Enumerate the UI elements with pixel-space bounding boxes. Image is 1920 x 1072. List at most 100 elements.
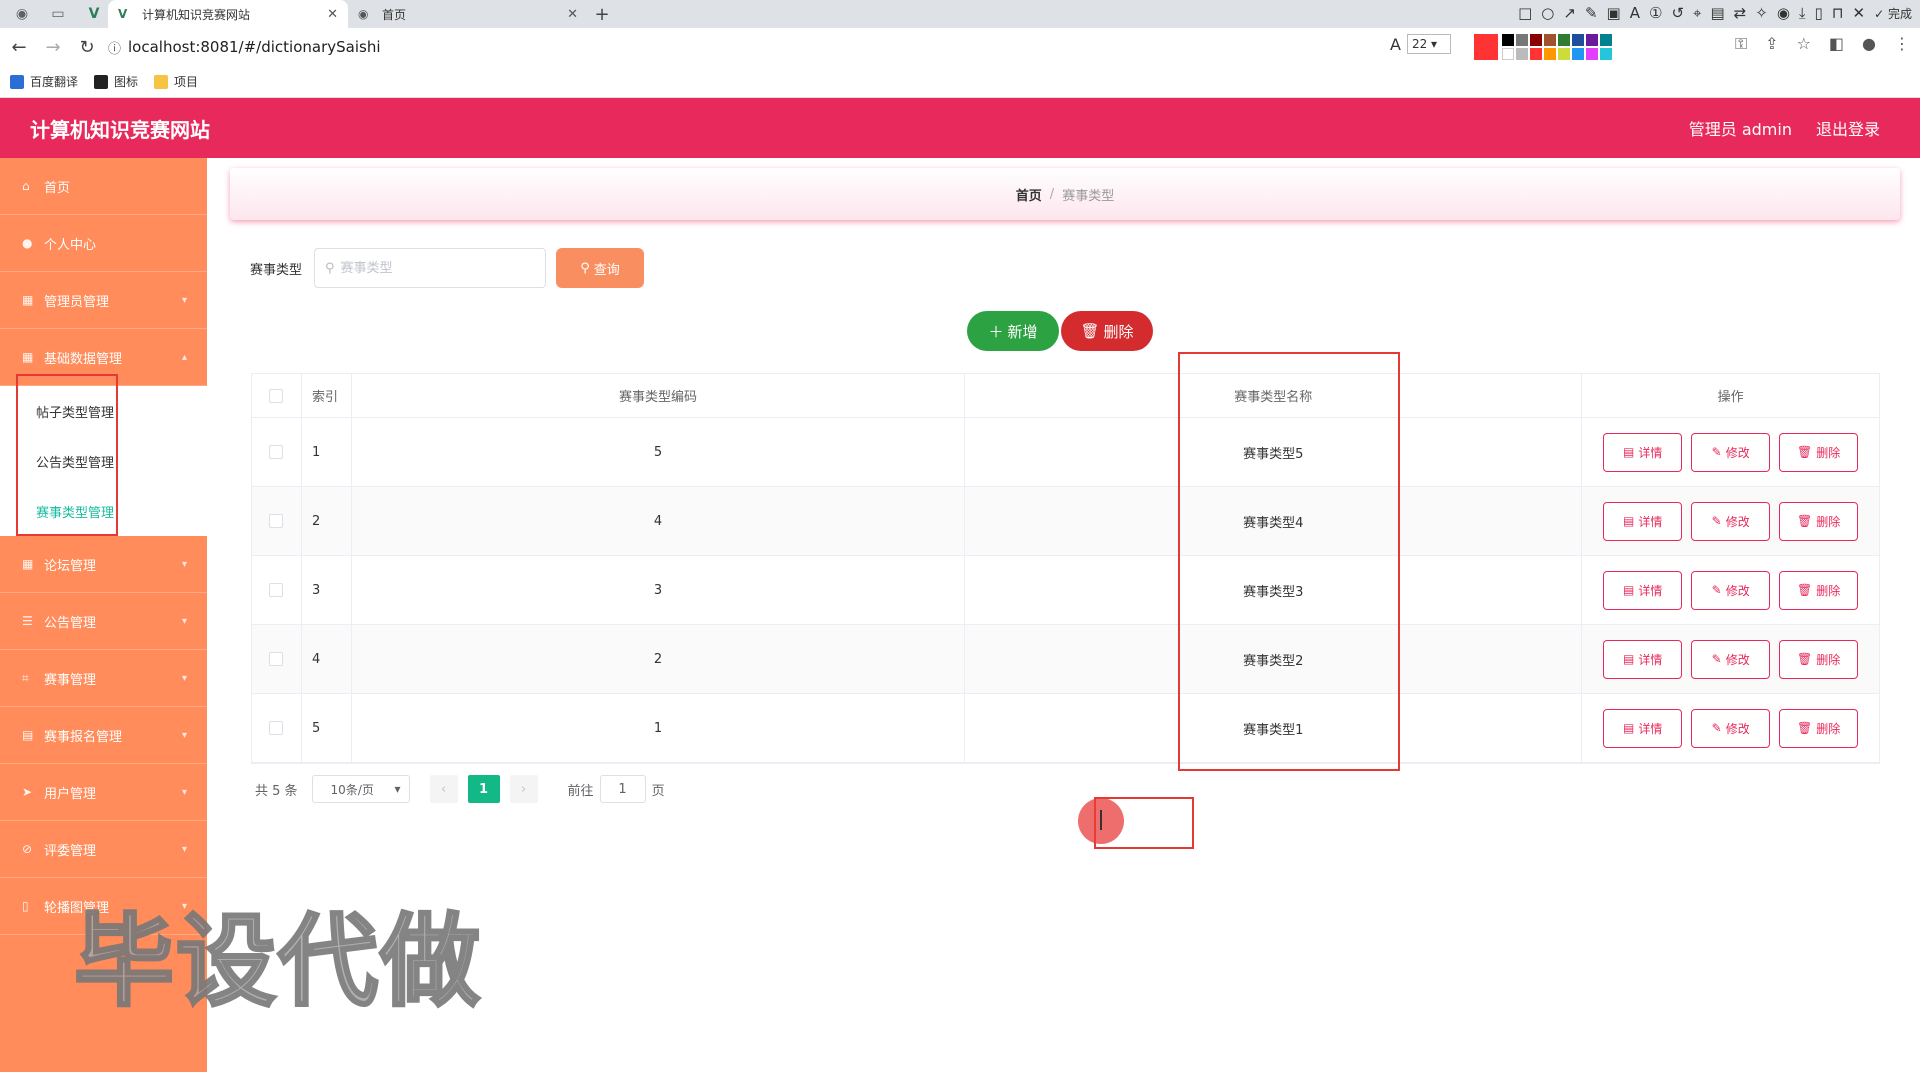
sidebar-item-notice[interactable]: ☰ 公告管理 ▾: [0, 593, 207, 650]
sidepanel-icon[interactable]: ◧: [1829, 34, 1844, 54]
bookmark-icon[interactable]: ⊓: [1832, 4, 1844, 22]
record-icon[interactable]: ◉: [1777, 4, 1790, 22]
cancel-icon[interactable]: ✕: [1853, 4, 1866, 22]
color-swatch[interactable]: [1530, 34, 1542, 46]
color-swatch[interactable]: [1544, 48, 1556, 60]
color-swatch[interactable]: [1586, 34, 1598, 46]
translate-icon[interactable]: ⇄: [1734, 4, 1747, 22]
page-number[interactable]: 1: [467, 775, 500, 803]
color-swatch[interactable]: [1586, 48, 1598, 60]
color-swatch[interactable]: [1572, 34, 1584, 46]
color-swatch[interactable]: [1516, 34, 1528, 46]
rectangle-icon[interactable]: □: [1518, 4, 1532, 22]
forward-icon[interactable]: →: [38, 37, 68, 58]
search-field[interactable]: ⚲: [314, 248, 547, 288]
page-size-select[interactable]: 10条/页 ▾: [311, 775, 410, 803]
arrow-icon[interactable]: ↗: [1563, 4, 1576, 22]
query-button[interactable]: ⚲ 查询: [556, 248, 645, 288]
color-swatch[interactable]: [1502, 34, 1514, 46]
batch-delete-button[interactable]: 🗑 删除: [1061, 311, 1153, 351]
row-checkbox[interactable]: [269, 721, 284, 735]
circle-icon[interactable]: ○: [1541, 4, 1554, 22]
color-swatch[interactable]: [1544, 34, 1556, 46]
pin-icon[interactable]: ⌖: [1693, 4, 1701, 22]
color-swatch[interactable]: [1558, 48, 1570, 60]
number-icon[interactable]: ①: [1649, 4, 1662, 22]
sidebar-item-judges[interactable]: ⊘ 评委管理 ▾: [0, 821, 207, 878]
phone-icon[interactable]: ▯: [1815, 4, 1823, 22]
mosaic-icon[interactable]: ▣: [1607, 4, 1621, 22]
row-checkbox[interactable]: [269, 652, 284, 666]
prev-page-button[interactable]: ‹: [429, 775, 458, 803]
profile-icon[interactable]: ●: [1862, 34, 1876, 54]
color-swatch[interactable]: [1516, 48, 1528, 60]
tab-home[interactable]: ◉ 首页 ✕: [348, 0, 588, 28]
new-tab-button[interactable]: +: [588, 4, 616, 25]
page-jump-input[interactable]: 1: [599, 775, 646, 803]
current-color-swatch[interactable]: [1474, 34, 1498, 60]
sidebar-item-profile[interactable]: ● 个人中心: [0, 215, 207, 272]
blank-tab-icon[interactable]: ▭: [44, 3, 72, 25]
detail-button[interactable]: ▤ 详情: [1603, 501, 1683, 541]
sidebar-item-contest[interactable]: ⌗ 赛事管理 ▾: [0, 650, 207, 707]
sidebar-item-signup[interactable]: ▤ 赛事报名管理 ▾: [0, 707, 207, 764]
download-icon[interactable]: ⤓: [1799, 4, 1806, 22]
delete-button[interactable]: 🗑 删除: [1779, 432, 1859, 472]
delete-button[interactable]: 🗑 删除: [1779, 708, 1859, 748]
row-checkbox[interactable]: [269, 445, 284, 459]
sidebar-subitem-post-type[interactable]: 帖子类型管理: [0, 386, 207, 436]
bookmark-baidu-translate[interactable]: 百度翻译: [10, 73, 78, 90]
key-icon[interactable]: ⚿: [1735, 34, 1747, 54]
vue-icon[interactable]: V: [80, 3, 108, 25]
close-icon[interactable]: ✕: [327, 7, 338, 22]
detail-button[interactable]: ▤ 详情: [1603, 639, 1683, 679]
logout-link[interactable]: 退出登录: [1816, 116, 1880, 140]
done-button[interactable]: ✓ 完成: [1874, 5, 1912, 22]
text-icon[interactable]: A: [1630, 4, 1640, 22]
edit-button[interactable]: ✎ 修改: [1691, 708, 1771, 748]
sidebar-subitem-notice-type[interactable]: 公告类型管理: [0, 436, 207, 486]
search-input[interactable]: [340, 260, 531, 276]
delete-button[interactable]: 🗑 删除: [1779, 639, 1859, 679]
detail-button[interactable]: ▤ 详情: [1603, 570, 1683, 610]
back-icon[interactable]: ←: [4, 37, 34, 58]
edit-button[interactable]: ✎ 修改: [1691, 501, 1771, 541]
edit-button[interactable]: ✎ 修改: [1691, 570, 1771, 610]
sidebar-item-basic-data[interactable]: ▦ 基础数据管理 ▴: [0, 329, 207, 386]
sidebar-item-admin[interactable]: ▦ 管理员管理 ▾: [0, 272, 207, 329]
detail-button[interactable]: ▤ 详情: [1603, 708, 1683, 748]
add-button[interactable]: ＋新增: [967, 311, 1059, 351]
share-icon[interactable]: ⇪: [1765, 34, 1778, 54]
edit-button[interactable]: ✎ 修改: [1691, 432, 1771, 472]
color-swatch[interactable]: [1600, 34, 1612, 46]
pen-icon[interactable]: ✎: [1585, 4, 1598, 22]
sidebar-subitem-contest-type[interactable]: 赛事类型管理: [0, 486, 207, 536]
bookmark-project[interactable]: 项目: [154, 73, 198, 90]
undo-icon[interactable]: ↺: [1671, 4, 1684, 22]
color-swatch[interactable]: [1600, 48, 1612, 60]
row-checkbox[interactable]: [269, 514, 284, 528]
color-swatch[interactable]: [1572, 48, 1584, 60]
close-icon[interactable]: ✕: [567, 7, 578, 22]
breadcrumb-home[interactable]: 首页: [1016, 185, 1042, 204]
delete-button[interactable]: 🗑 删除: [1779, 570, 1859, 610]
color-swatch[interactable]: [1502, 48, 1514, 60]
font-size-select[interactable]: 22 ▾: [1406, 34, 1451, 54]
row-checkbox[interactable]: [269, 583, 284, 597]
next-page-button[interactable]: ›: [509, 775, 538, 803]
select-all-checkbox[interactable]: [269, 388, 284, 403]
bookmark-icons[interactable]: 图标: [94, 73, 138, 90]
detail-button[interactable]: ▤ 详情: [1603, 432, 1683, 472]
ocr-icon[interactable]: ▤: [1710, 4, 1724, 22]
menu-icon[interactable]: ⋮: [1894, 34, 1910, 54]
star-icon[interactable]: ☆: [1797, 34, 1811, 54]
info-icon[interactable]: ⓘ: [108, 38, 128, 57]
color-swatch[interactable]: [1530, 48, 1542, 60]
tab-active[interactable]: V 计算机知识竞赛网站 ✕: [108, 0, 348, 28]
edit-button[interactable]: ✎ 修改: [1691, 639, 1771, 679]
sidebar-item-home[interactable]: ⌂ 首页: [0, 158, 207, 215]
delete-button[interactable]: 🗑 删除: [1779, 501, 1859, 541]
sidebar-item-forum[interactable]: ▦ 论坛管理 ▾: [0, 536, 207, 593]
globe-icon[interactable]: ◉: [8, 3, 36, 25]
color-swatch[interactable]: [1558, 34, 1570, 46]
